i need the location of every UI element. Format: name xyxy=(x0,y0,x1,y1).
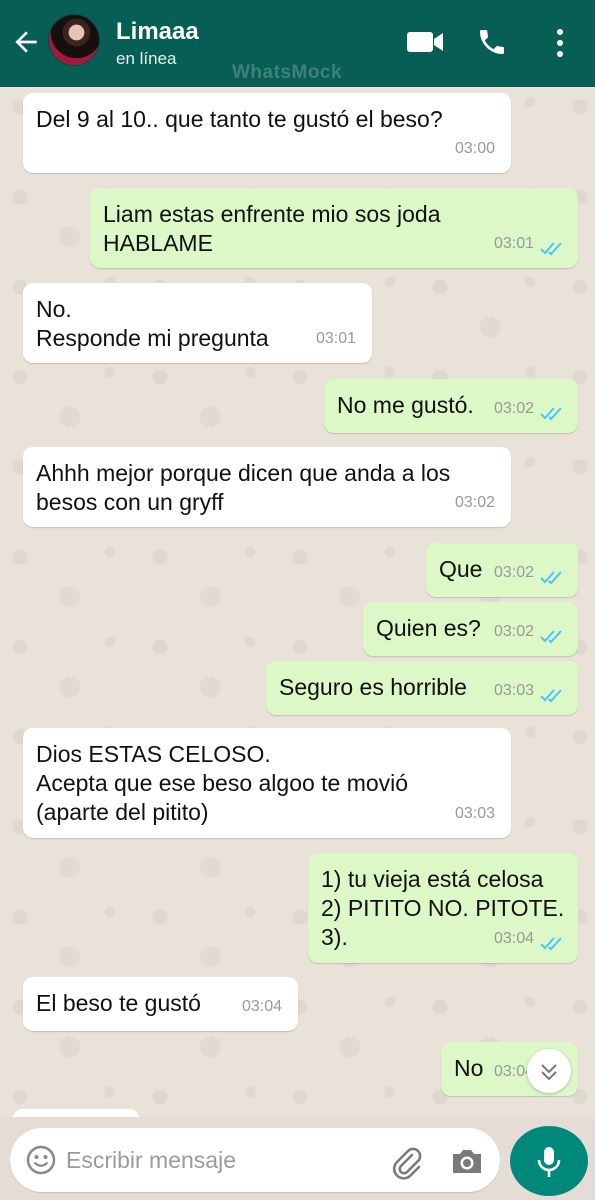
message-time: 03:02 xyxy=(493,564,534,581)
message-composer xyxy=(10,1128,500,1192)
message-time: 03:01 xyxy=(315,330,356,347)
message-time: 03:03 xyxy=(454,805,495,822)
microphone-icon xyxy=(537,1147,561,1177)
message-text: Que xyxy=(439,556,483,582)
avatar[interactable] xyxy=(48,14,100,66)
message-bubble[interactable]: 1) tu vieja está celosa 2) PITITO NO. PI… xyxy=(308,853,578,963)
contact-name[interactable]: Limaaa xyxy=(116,18,199,46)
message-bubble[interactable]: Que 03:02 xyxy=(426,543,578,597)
message-text: Seguro es horrible xyxy=(279,674,467,700)
message-time: 03:04 xyxy=(241,998,282,1015)
message-text: Liam estas enfrente mio sos joda HABLAME xyxy=(103,201,441,256)
message-bubble[interactable]: Liam estas enfrente mio sos joda HABLAME… xyxy=(90,188,578,268)
chat-area[interactable]: Del 9 al 10.. que tanto te gustó el beso… xyxy=(0,87,595,1117)
message-bubble[interactable]: Ahhh mejor porque dicen que anda a los b… xyxy=(23,447,511,527)
message-input[interactable] xyxy=(66,1142,376,1178)
message-bubble[interactable]: Quien es? 03:02 xyxy=(363,602,578,656)
message-bubble[interactable]: El beso te gustó 03:04 xyxy=(23,977,298,1031)
message-text: No me gustó. xyxy=(337,392,474,418)
read-receipt-icon xyxy=(540,407,562,421)
read-receipt-icon xyxy=(540,242,562,256)
message-time: 03:00 xyxy=(454,140,495,157)
chat-header: Limaaa en línea WhatsMock xyxy=(0,0,595,87)
message-bubble[interactable]: Seguro es horrible 03:03 xyxy=(266,661,578,715)
microphone-button[interactable] xyxy=(510,1126,588,1196)
double-chevron-down-icon xyxy=(541,1064,557,1081)
video-call-icon[interactable] xyxy=(405,28,445,56)
camera-icon[interactable] xyxy=(450,1146,484,1176)
contact-status: en línea xyxy=(116,49,177,68)
message-time: 03:02 xyxy=(493,400,534,417)
message-text: Dios ESTAS CELOSO. Acepta que ese beso a… xyxy=(36,741,409,825)
message-bubble[interactable]: Dios ESTAS CELOSO. Acepta que ese beso a… xyxy=(23,728,511,838)
watermark: WhatsMock xyxy=(232,62,343,83)
message-text: Ahhh mejor porque dicen que anda a los b… xyxy=(36,460,451,515)
message-bubble[interactable]: No. Responde mi pregunta 03:01 xyxy=(23,283,372,363)
more-vert-icon[interactable] xyxy=(551,28,569,58)
phone-call-icon[interactable] xyxy=(476,26,508,58)
message-time: 03:02 xyxy=(454,494,495,511)
message-time: 03:01 xyxy=(493,235,534,252)
message-text: No. Responde mi pregunta xyxy=(36,296,269,351)
scroll-to-bottom-button[interactable] xyxy=(527,1049,571,1093)
message-time: 03:02 xyxy=(493,623,534,640)
emoji-icon[interactable] xyxy=(26,1145,56,1175)
paperclip-icon[interactable] xyxy=(390,1146,424,1180)
message-bubble[interactable]: Del 9 al 10.. que tanto te gustó el beso… xyxy=(23,93,511,173)
message-text: No xyxy=(454,1055,484,1081)
read-receipt-icon xyxy=(540,571,562,585)
message-bubble-partial xyxy=(13,1109,139,1117)
back-arrow-icon[interactable] xyxy=(10,26,42,58)
message-bubble[interactable]: No me gustó. 03:02 xyxy=(324,379,578,433)
message-text: Quien es? xyxy=(376,615,481,641)
message-time: 03:04 xyxy=(493,930,534,947)
message-text: Del 9 al 10.. que tanto te gustó el beso… xyxy=(36,106,443,132)
read-receipt-icon xyxy=(540,689,562,703)
read-receipt-icon xyxy=(540,937,562,951)
message-text: El beso te gustó xyxy=(36,990,201,1016)
read-receipt-icon xyxy=(540,630,562,644)
message-time: 03:03 xyxy=(493,682,534,699)
